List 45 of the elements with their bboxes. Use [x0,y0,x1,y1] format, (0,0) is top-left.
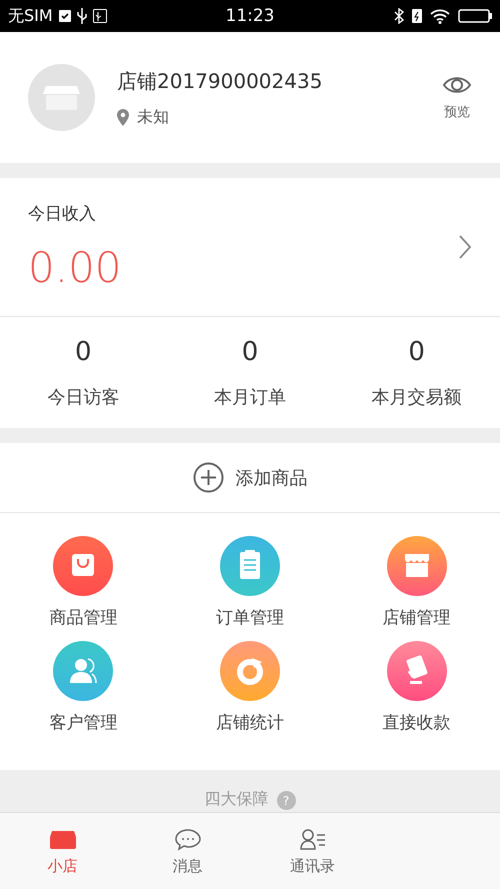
tool-button[interactable]: 店铺统计 [166,641,334,734]
preview-button[interactable]: 预览 [442,74,472,120]
bluetooth-icon [394,8,404,24]
stat-label: 今日访客 [47,386,120,408]
income-label: 今日收入 [28,203,97,225]
chat-bubbles-icon [174,826,202,850]
stat-value: 0 [242,336,258,366]
battery-icon [458,9,492,23]
stat-label: 本月订单 [214,386,286,408]
location-pin-icon [117,108,129,126]
clipboard-icon [220,536,280,596]
stat-value: 0 [408,336,425,366]
tab[interactable]: 小店 [0,813,125,889]
shop-name: 店铺2017900002435 [117,68,324,94]
tab[interactable]: 消息 [125,813,250,889]
tool-button[interactable]: 商品管理 [0,536,167,629]
guarantee-label: 四大保障 [204,789,268,810]
income-card[interactable]: 今日收入 0.00 [0,178,500,317]
tool-button[interactable]: 订单管理 [166,536,334,629]
checkbox-notification-icon [58,10,71,22]
usb-debug-icon [92,9,107,23]
add-product-button[interactable]: 添加商品 [186,461,314,494]
stat-label: 本月交易额 [372,386,462,408]
contacts-icon [298,826,326,850]
shop-avatar [28,64,95,131]
carrier-label: 无SIM [8,6,53,26]
usb-icon [76,8,87,24]
location-text: 未知 [137,106,169,128]
storefront-icon [386,536,447,596]
tool-button[interactable]: 店铺管理 [333,536,500,629]
eye-icon [442,74,472,94]
hand-card-icon [386,641,447,701]
sim-charging-icon [412,9,422,23]
plus-circle-icon [192,462,224,493]
tool-button[interactable]: 直接收款 [333,641,500,734]
people-icon [53,641,114,701]
clock: 11:23 [226,6,274,26]
income-amount: 0.00 [28,243,123,292]
wifi-icon [430,8,450,24]
chevron-right-icon [458,234,472,260]
donut-chart-icon [220,641,280,701]
shopping-bag-icon [53,536,114,596]
stat-value: 0 [75,336,92,366]
tool-button[interactable]: 客户管理 [0,641,167,734]
tab[interactable]: 通讯录 [250,813,375,889]
